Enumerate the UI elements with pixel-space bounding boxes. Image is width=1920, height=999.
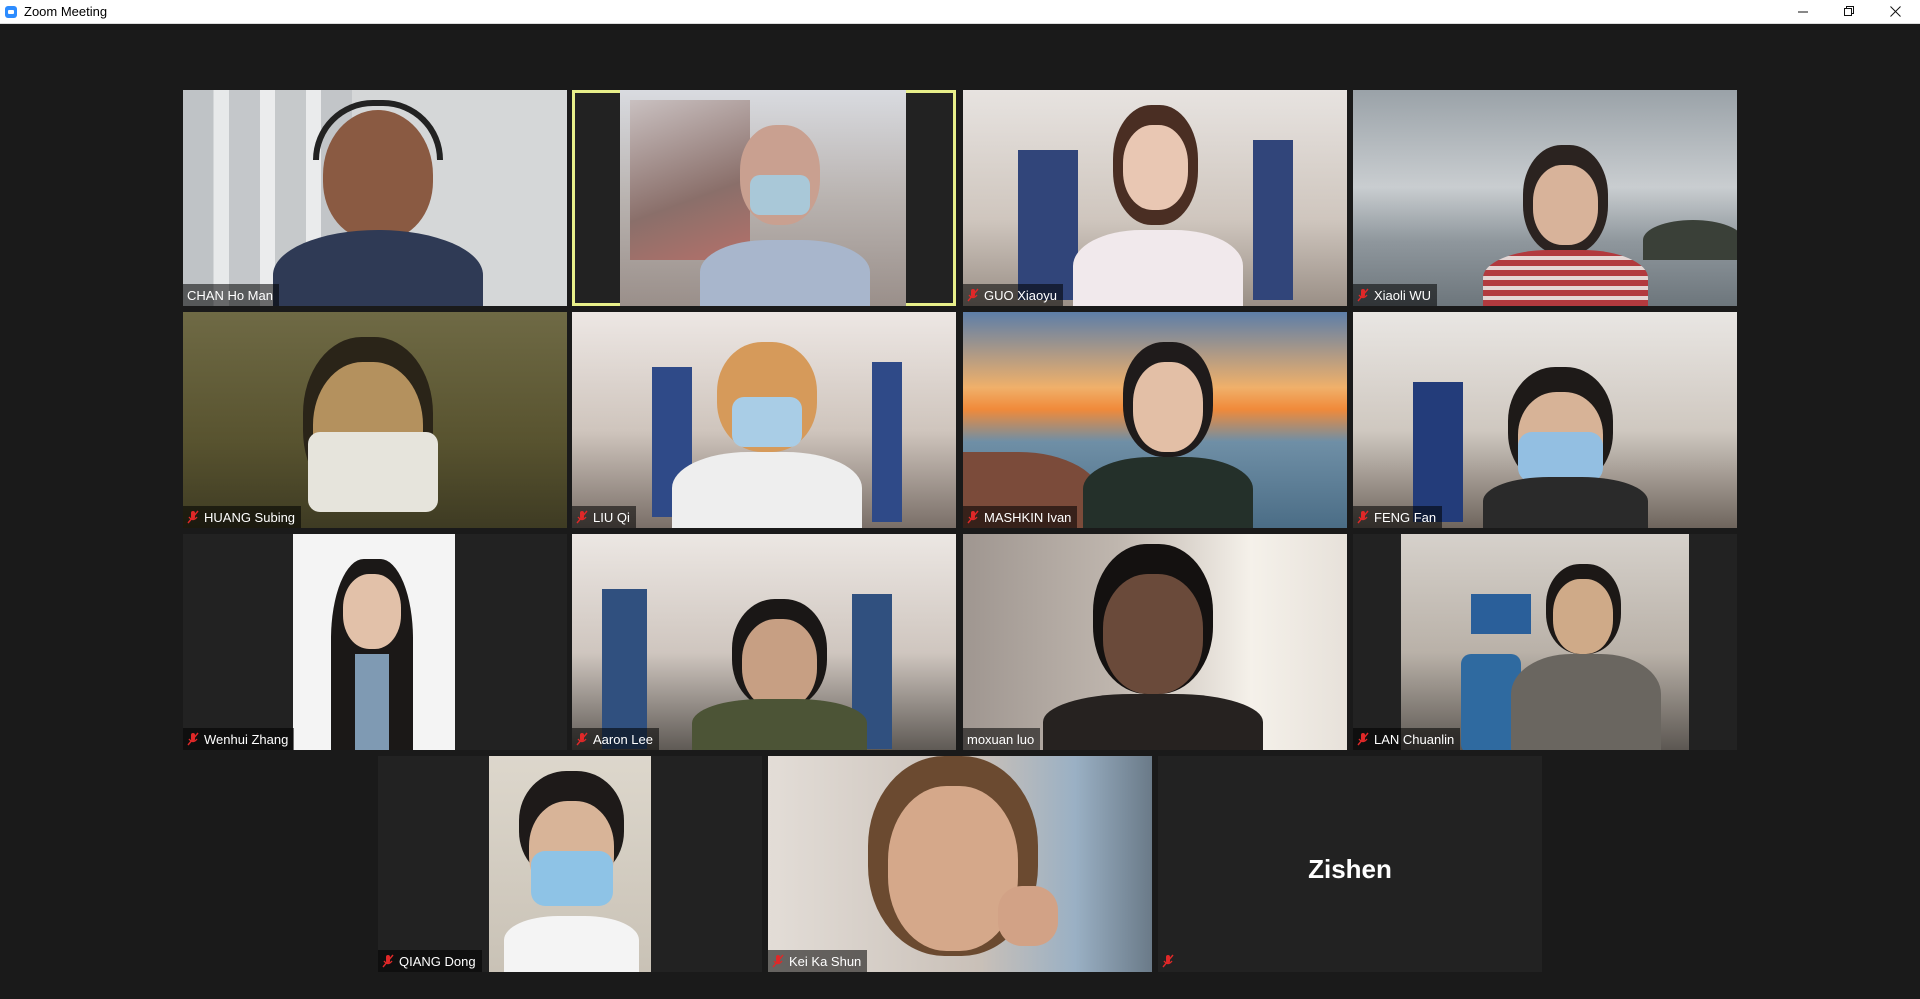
participant-tile[interactable]: Aaron Lee: [572, 534, 956, 750]
video-feed: [1353, 312, 1737, 528]
participant-display-name: Zishen: [1308, 854, 1392, 884]
video-gallery: CHAN Ho Man GUO Xiaoyu Xiaoli WU HUANG S…: [0, 24, 1920, 999]
muted-mic-icon: [967, 510, 979, 524]
video-feed: [1353, 90, 1737, 306]
participant-name-label: Aaron Lee: [572, 728, 659, 750]
video-feed: [768, 756, 1152, 972]
participant-name-label: HUANG Subing: [183, 506, 302, 528]
participant-tile[interactable]: HUANG Subing: [183, 312, 567, 528]
video-feed: [963, 534, 1347, 750]
minimize-icon: [1797, 11, 1808, 13]
muted-mic-icon: [382, 954, 394, 968]
muted-mic-icon: [576, 732, 588, 746]
participant-tile[interactable]: MASHKIN Ivan: [963, 312, 1347, 528]
video-feed: [963, 312, 1347, 528]
participant-tile[interactable]: LAN Chuanlin: [1353, 534, 1737, 750]
participant-tile[interactable]: GUO Xiaoyu: [963, 90, 1347, 306]
participant-name-label: QIANG Dong: [378, 950, 482, 972]
participant-tile[interactable]: FENG Fan: [1353, 312, 1737, 528]
participant-name-label: CHAN Ho Man: [183, 284, 279, 306]
participant-name-label: Xiaoli WU: [1353, 284, 1438, 306]
participant-name-label: Kei Ka Shun: [768, 950, 868, 972]
muted-mic-icon: [1357, 732, 1369, 746]
video-feed: [572, 312, 956, 528]
participant-tile[interactable]: Wenhui Zhang: [183, 534, 567, 750]
participant-tile-active-speaker[interactable]: [572, 90, 956, 306]
restore-icon: [1843, 6, 1854, 16]
close-icon: [1889, 6, 1901, 17]
participant-name-label: Wenhui Zhang: [183, 728, 295, 750]
video-feed: [183, 312, 567, 528]
muted-mic-icon: [576, 510, 588, 524]
participant-tile[interactable]: Xiaoli WU: [1353, 90, 1737, 306]
participant-name-label: GUO Xiaoyu: [963, 284, 1063, 306]
participant-tile[interactable]: CHAN Ho Man: [183, 90, 567, 306]
muted-mic-icon: [772, 954, 784, 968]
muted-mic-icon: [1357, 288, 1369, 302]
participant-tile[interactable]: QIANG Dong: [378, 756, 762, 972]
participant-tile-video-off[interactable]: Zishen: [1158, 756, 1542, 972]
video-feed: [489, 756, 651, 972]
participant-name-label: FENG Fan: [1353, 506, 1443, 528]
participant-tile[interactable]: moxuan luo: [963, 534, 1347, 750]
video-feed: [183, 90, 567, 306]
video-feed: [620, 90, 906, 306]
video-feed: [572, 534, 956, 750]
zoom-app-icon: [5, 5, 17, 18]
minimize-button[interactable]: [1780, 0, 1826, 23]
video-feed: [963, 90, 1347, 306]
video-feed: [293, 534, 455, 750]
participant-name-label: MASHKIN Ivan: [963, 506, 1078, 528]
muted-mic-icon: [1162, 954, 1174, 968]
window-title: Zoom Meeting: [24, 4, 108, 19]
muted-mic-icon: [187, 510, 199, 524]
participant-tile[interactable]: Kei Ka Shun: [768, 756, 1152, 972]
participant-name-label: LAN Chuanlin: [1353, 728, 1461, 750]
participant-name-label: [1158, 950, 1185, 972]
close-button[interactable]: [1872, 0, 1918, 23]
participant-tile[interactable]: LIU Qi: [572, 312, 956, 528]
muted-mic-icon: [967, 288, 979, 302]
restore-button[interactable]: [1826, 0, 1872, 23]
participant-name-label: moxuan luo: [963, 728, 1041, 750]
video-feed: [1401, 534, 1689, 750]
participant-name-label: LIU Qi: [572, 506, 636, 528]
muted-mic-icon: [1357, 510, 1369, 524]
muted-mic-icon: [187, 732, 199, 746]
title-bar: Zoom Meeting: [0, 0, 1920, 24]
